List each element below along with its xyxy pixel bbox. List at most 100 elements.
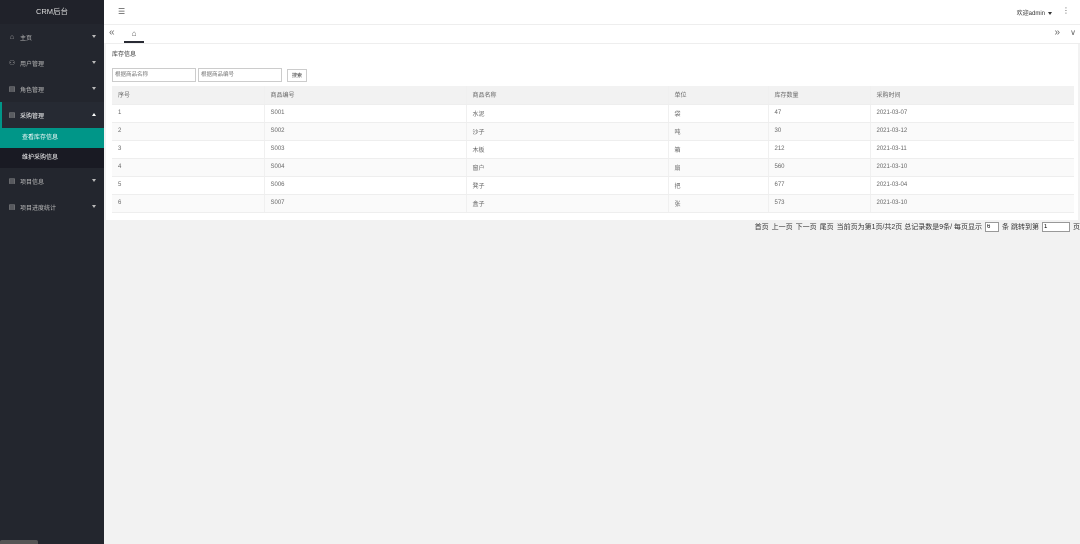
chevron-down-icon xyxy=(92,179,96,182)
table-cell: 677 xyxy=(767,176,870,195)
sidebar-item-label: 采购管理 xyxy=(20,113,45,120)
prev-page-link[interactable]: 上一页 xyxy=(772,222,793,232)
sidebar: CRM后台 ⌂ 主页 ⚇ 用户管理 ▤ 角色管理 ▤ 采购管理 查看库存信息 维… xyxy=(0,0,104,544)
table-cell: 扇 xyxy=(667,158,768,177)
next-page-link[interactable]: 下一页 xyxy=(796,222,817,232)
first-page-link[interactable]: 首页 xyxy=(755,222,769,232)
table-cell: 把 xyxy=(667,176,768,195)
submenu-item-maintain-purchase[interactable]: 维护采购信息 xyxy=(0,148,104,168)
inventory-panel: 库存信息 搜索 序号 商品编号 商品名称 单位 库存数量 采购时间 1 xyxy=(106,44,1078,220)
table-cell: 2021-03-10 xyxy=(869,158,1074,177)
sidebar-item-label: 角色管理 xyxy=(20,87,45,94)
column-header[interactable]: 商品名称 xyxy=(465,86,668,105)
column-header[interactable]: 库存数量 xyxy=(767,86,870,105)
table-cell: 凳子 xyxy=(465,176,668,195)
tab-home[interactable]: ⌂ xyxy=(124,25,144,43)
user-icon: ⚇ xyxy=(8,60,16,67)
submenu-item-inventory[interactable]: 查看库存信息 xyxy=(0,128,104,148)
inventory-table: 序号 商品编号 商品名称 单位 库存数量 采购时间 1 S001 水泥 袋 47… xyxy=(112,86,1074,213)
table-cell: 木板 xyxy=(465,140,668,159)
welcome-text: 欢迎admin xyxy=(1016,11,1045,17)
home-icon: ⌂ xyxy=(9,33,15,41)
pagination: 首页 上一页 下一页 尾页 当前页为第1页/共2页 总记录数是9条/ 每页显示 … xyxy=(755,222,1080,232)
table-cell: 3 xyxy=(112,140,264,159)
home-icon: ⌂ xyxy=(131,28,137,38)
main-content: 库存信息 搜索 序号 商品编号 商品名称 单位 库存数量 采购时间 1 xyxy=(104,44,1080,544)
sidebar-item-roles[interactable]: ▤ 角色管理 xyxy=(0,76,104,102)
product-code-search-input[interactable] xyxy=(198,68,282,82)
user-menu[interactable]: 欢迎admin xyxy=(1017,8,1052,17)
sidebar-item-home[interactable]: ⌂ 主页 xyxy=(0,24,104,50)
more-icon[interactable]: ⋮ xyxy=(1062,6,1070,15)
column-header[interactable]: 单位 xyxy=(667,86,768,105)
sidebar-scrollbar[interactable] xyxy=(0,540,38,544)
product-name-search-input[interactable] xyxy=(112,68,196,82)
tab-scroll-right-icon[interactable]: » xyxy=(1054,27,1060,39)
jump-label: 条 跳转到第 xyxy=(1002,224,1039,231)
table-cell: 6 xyxy=(112,194,264,213)
tab-scroll-left-icon[interactable]: « xyxy=(109,27,115,39)
table-cell: 5 xyxy=(112,176,264,195)
purchase-submenu: 查看库存信息 维护采购信息 xyxy=(0,128,104,168)
table-cell: 30 xyxy=(767,122,870,141)
table-cell: 2 xyxy=(112,122,264,141)
table-cell: 2021-03-12 xyxy=(869,122,1074,141)
table-cell: 560 xyxy=(767,158,870,177)
jump-page-input[interactable] xyxy=(1042,222,1070,232)
table-cell: 4 xyxy=(112,158,264,177)
table-cell: S001 xyxy=(263,104,466,123)
sidebar-item-label: 项目进度统计 xyxy=(20,205,57,212)
sidebar-item-projects[interactable]: ▤ 项目信息 xyxy=(0,168,104,194)
grid-icon: ▤ xyxy=(8,178,16,185)
sidebar-item-label: 主页 xyxy=(20,35,33,42)
table-cell: 2021-03-07 xyxy=(869,104,1074,123)
sidebar-item-progress[interactable]: ▤ 项目进度统计 xyxy=(0,194,104,220)
table-cell: 水泥 xyxy=(465,104,668,123)
table-cell: 吨 xyxy=(667,122,768,141)
table-cell: 2021-03-10 xyxy=(869,194,1074,213)
chevron-down-icon xyxy=(92,35,96,38)
sidebar-item-users[interactable]: ⚇ 用户管理 xyxy=(0,50,104,76)
column-header[interactable]: 序号 xyxy=(112,86,264,105)
per-page-input[interactable] xyxy=(985,222,1000,232)
table-cell: 窗户 xyxy=(465,158,668,177)
table-cell: S003 xyxy=(263,140,466,159)
chevron-down-icon xyxy=(92,87,96,90)
pagination-summary: 当前页为第1页/共2页 总记录数是9条/ 每页显示 xyxy=(836,224,983,231)
table-row[interactable]: 2 S002 沙子 吨 30 2021-03-12 xyxy=(112,122,1074,141)
table-row[interactable]: 1 S001 水泥 袋 47 2021-03-07 xyxy=(112,104,1074,123)
search-button[interactable]: 搜索 xyxy=(287,69,307,82)
menu-toggle-icon[interactable]: ☰ xyxy=(118,8,126,16)
table-cell: 573 xyxy=(767,194,870,213)
sidebar-item-purchase[interactable]: ▤ 采购管理 xyxy=(0,102,104,128)
table-row[interactable]: 6 S007 盒子 张 573 2021-03-10 xyxy=(112,194,1074,213)
sidebar-item-label: 用户管理 xyxy=(20,61,45,68)
chevron-up-icon xyxy=(92,113,96,116)
table-cell: 盒子 xyxy=(465,194,668,213)
table-cell: 袋 xyxy=(667,104,768,123)
table-cell: S004 xyxy=(263,158,466,177)
table-cell: 箱 xyxy=(667,140,768,159)
table-cell: 47 xyxy=(767,104,870,123)
grid-icon: ▤ xyxy=(8,204,16,211)
tab-bar: « ⌂ » ∨ xyxy=(104,25,1080,44)
last-page-link[interactable]: 尾页 xyxy=(820,222,834,232)
column-header[interactable]: 商品编号 xyxy=(263,86,466,105)
table-cell: 张 xyxy=(667,194,768,213)
table-row[interactable]: 4 S004 窗户 扇 560 2021-03-10 xyxy=(112,158,1074,177)
grid-icon: ▤ xyxy=(8,112,16,119)
top-header: ☰ 欢迎admin ⋮ xyxy=(104,0,1080,25)
column-header[interactable]: 采购时间 xyxy=(869,86,1074,105)
jump-suffix: 页 xyxy=(1073,224,1080,231)
table-row[interactable]: 3 S003 木板 箱 212 2021-03-11 xyxy=(112,140,1074,159)
table-cell: 2021-03-04 xyxy=(869,176,1074,195)
table-cell: S006 xyxy=(263,176,466,195)
table-cell: 2021-03-11 xyxy=(869,140,1074,159)
chevron-down-icon xyxy=(92,61,96,64)
page-title: 库存信息 xyxy=(112,52,137,58)
chevron-down-icon xyxy=(92,205,96,208)
table-cell: 1 xyxy=(112,104,264,123)
table-row[interactable]: 5 S006 凳子 把 677 2021-03-04 xyxy=(112,176,1074,195)
tab-options-icon[interactable]: ∨ xyxy=(1070,28,1076,37)
app-title: CRM后台 xyxy=(0,0,104,24)
